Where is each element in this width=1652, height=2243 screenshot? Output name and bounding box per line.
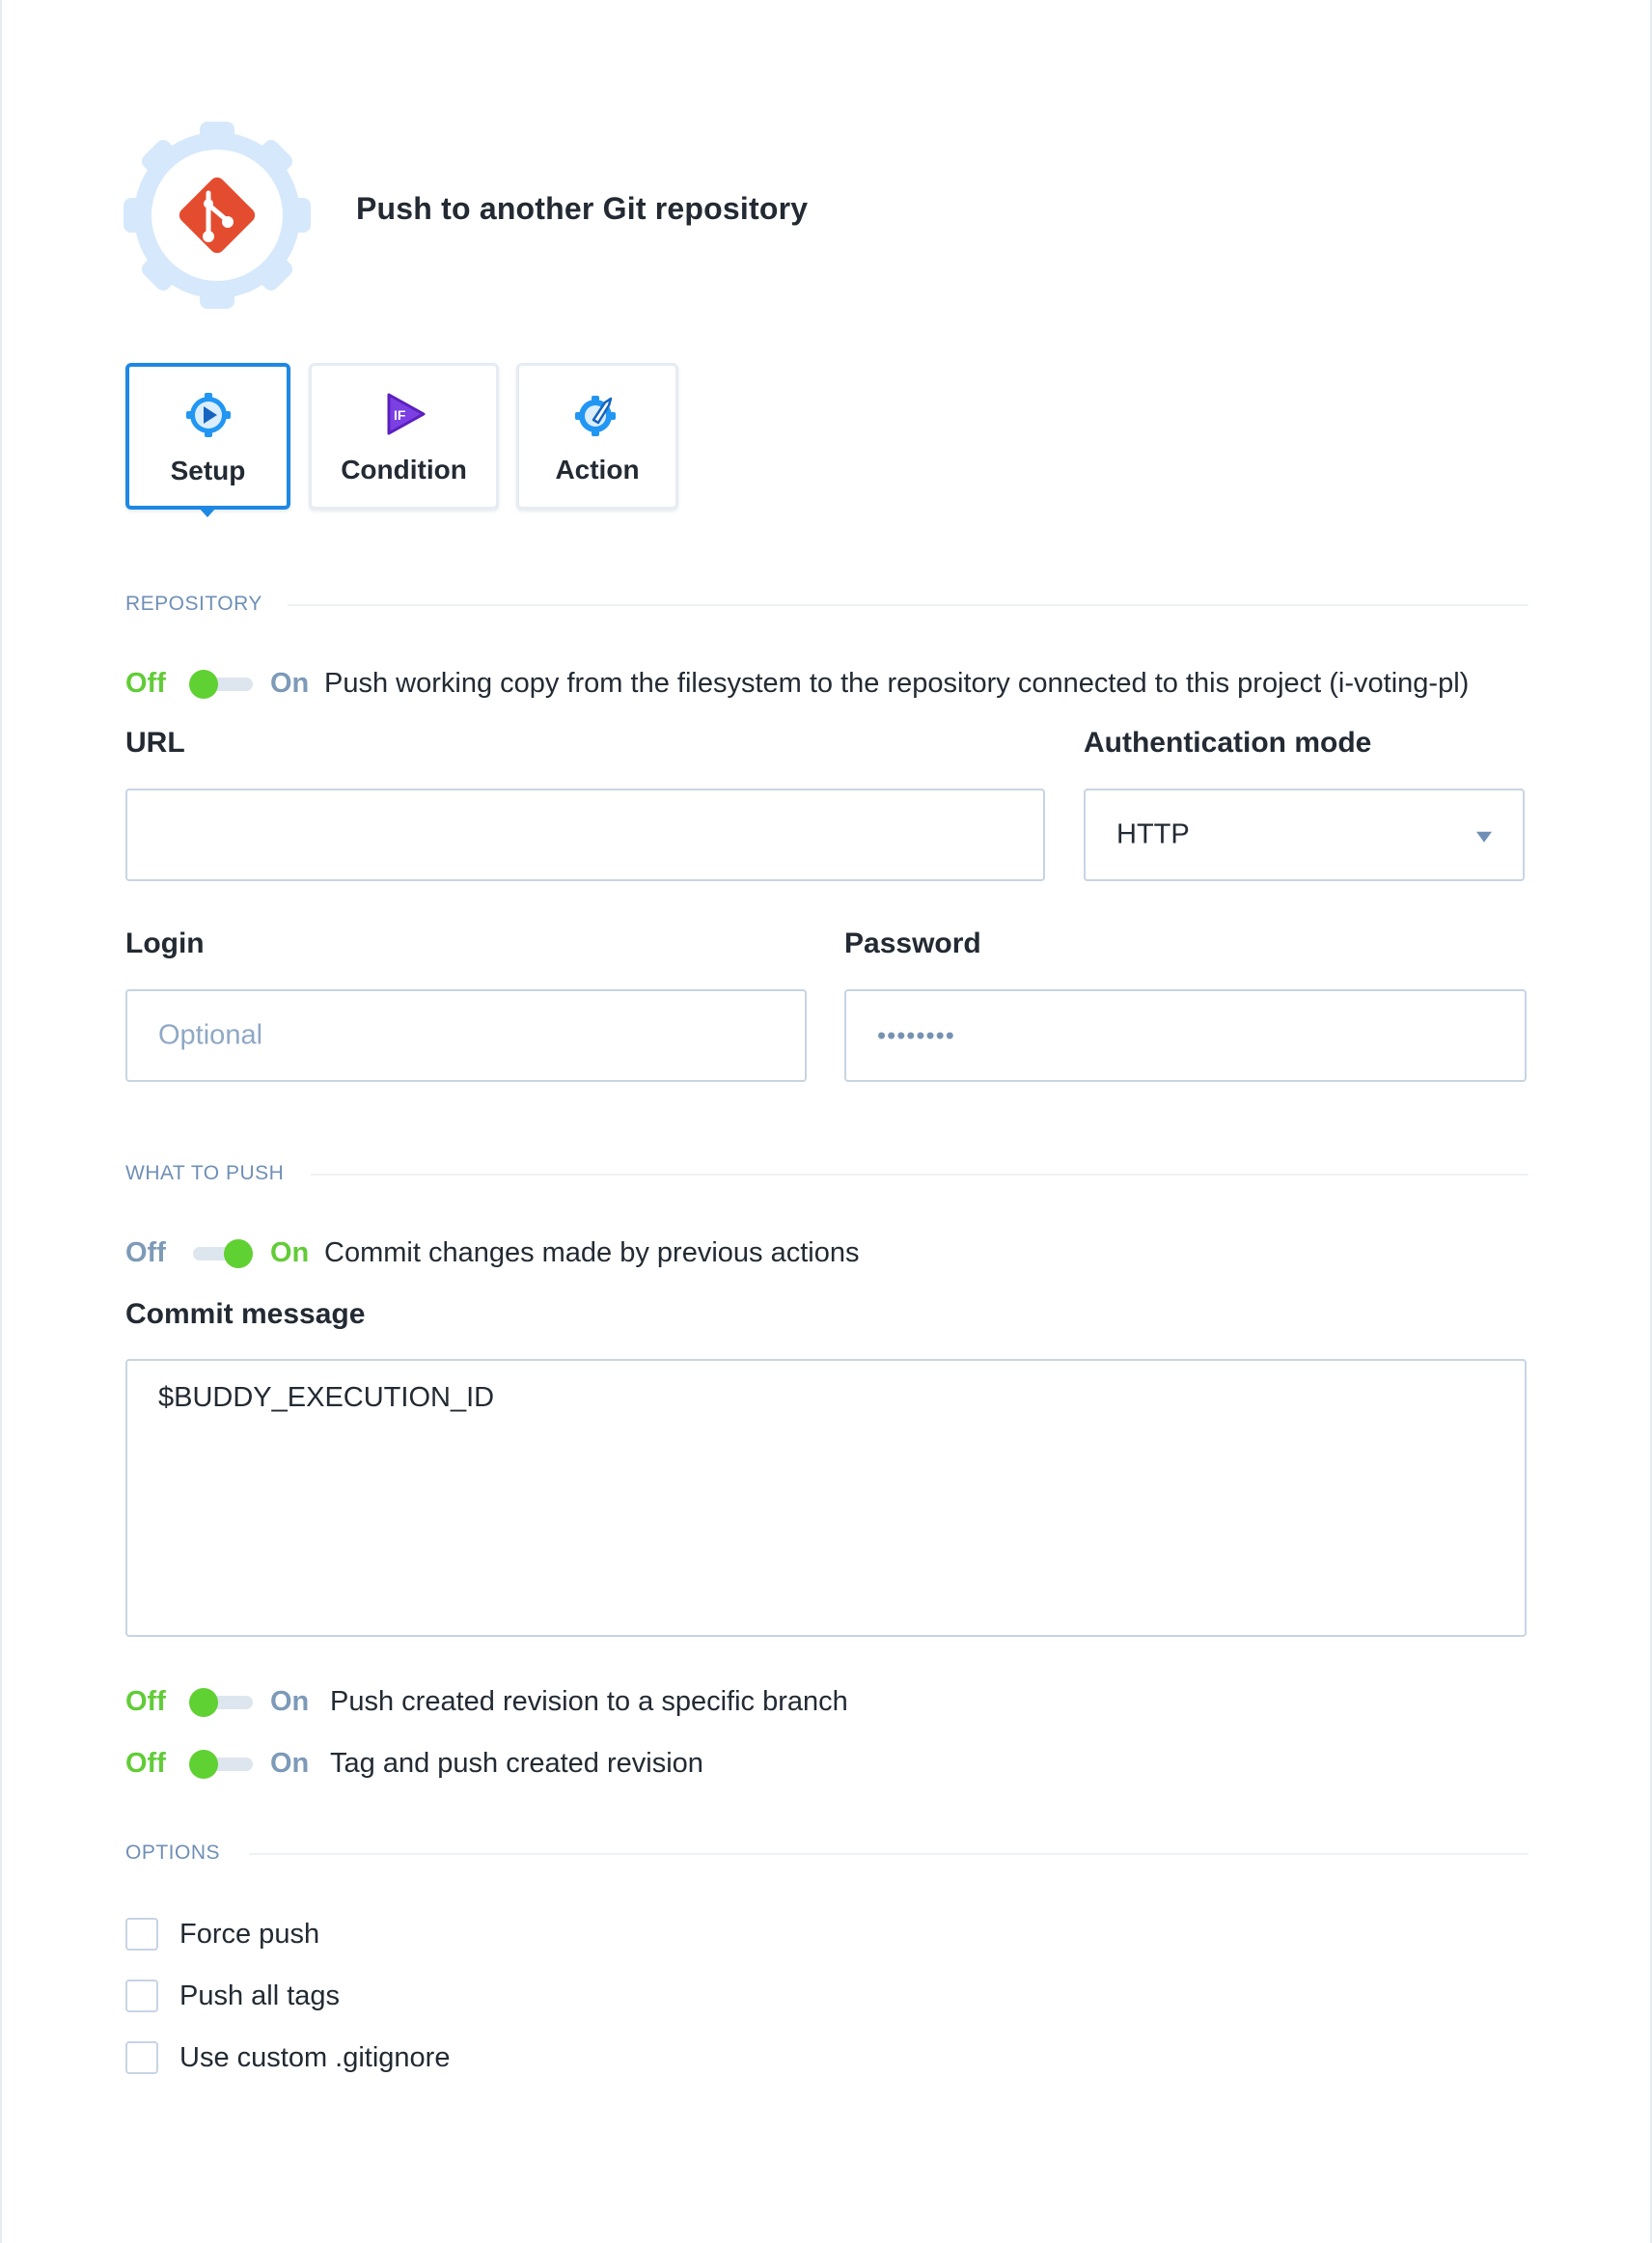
option-label: Force push <box>179 1918 320 1950</box>
toggle-on-label: On <box>270 667 310 699</box>
custom-gitignore-checkbox[interactable] <box>125 2041 158 2074</box>
section-divider <box>311 1174 1528 1176</box>
option-force-push[interactable]: Force push <box>125 1915 319 1953</box>
if-play-icon: IF <box>387 393 425 435</box>
gear-hand-icon <box>575 396 616 436</box>
section-divider <box>249 1853 1528 1855</box>
push-all-tags-checkbox[interactable] <box>125 1980 158 2012</box>
url-input[interactable] <box>125 789 1045 881</box>
toggle-description: Push created revision to a specific bran… <box>330 1685 848 1717</box>
chevron-down-icon <box>1476 831 1492 843</box>
login-input[interactable]: Optional <box>125 989 807 1082</box>
toggle-off-label: Off <box>125 1236 166 1268</box>
tab-label: Setup <box>170 456 246 485</box>
svg-text:IF: IF <box>394 407 406 423</box>
specific-branch-toggle[interactable] <box>189 1688 253 1717</box>
force-push-checkbox[interactable] <box>125 1918 158 1951</box>
commit-message-value: $BUDDY_EXECUTION_ID <box>158 1382 495 1413</box>
action-settings-page: Push to another Git repository Setup IF … <box>0 0 1652 2243</box>
section-divider <box>288 604 1528 606</box>
toggle-on-label: On <box>270 1685 310 1717</box>
commit-message-label: Commit message <box>125 1298 366 1330</box>
tab-setup[interactable]: Setup <box>125 363 290 510</box>
auth-mode-select[interactable]: HTTP <box>1084 789 1525 881</box>
toggle-on-label: On <box>270 1747 310 1779</box>
toggle-off-label: Off <box>125 1747 166 1779</box>
toggle-row-commit-changes: Off On Commit changes made by previous a… <box>125 1233 859 1272</box>
toggle-off-label: Off <box>125 667 166 699</box>
commit-message-textarea[interactable]: $BUDDY_EXECUTION_ID <box>125 1359 1527 1637</box>
toggle-row-repository-source: Off On Push working copy from the filesy… <box>125 664 1469 703</box>
option-label: Use custom .gitignore <box>179 2041 451 2073</box>
active-tab-indicator <box>199 508 216 517</box>
commit-changes-toggle[interactable] <box>189 1239 253 1268</box>
auth-mode-value: HTTP <box>1116 818 1190 850</box>
option-custom-gitignore[interactable]: Use custom .gitignore <box>125 2038 450 2077</box>
tab-condition[interactable]: IF Condition <box>309 363 499 510</box>
gear-play-icon <box>185 393 231 437</box>
toggle-row-specific-branch: Off On Push created revision to a specif… <box>125 1682 848 1721</box>
toggle-on-label: On <box>270 1236 310 1268</box>
login-placeholder: Optional <box>158 1019 263 1051</box>
git-logo <box>124 122 311 309</box>
section-header-repository: REPOSITORY <box>125 593 262 615</box>
toggle-row-tag-revision: Off On Tag and push created revision <box>125 1744 703 1783</box>
tab-label: Action <box>555 455 640 485</box>
option-label: Push all tags <box>179 1980 341 2011</box>
section-header-what-to-push: WHAT TO PUSH <box>125 1162 285 1184</box>
toggle-description: Tag and push created revision <box>330 1747 703 1779</box>
toggle-description: Commit changes made by previous actions <box>324 1236 860 1268</box>
password-value: •••••••• <box>877 1020 955 1050</box>
tab-label: Condition <box>341 455 467 485</box>
url-label: URL <box>125 727 185 759</box>
tab-action[interactable]: Action <box>516 363 678 510</box>
password-label: Password <box>844 928 981 959</box>
login-label: Login <box>125 928 205 959</box>
toggle-off-label: Off <box>125 1685 166 1717</box>
page-title: Push to another Git repository <box>356 191 809 226</box>
section-header-options: OPTIONS <box>125 1841 221 1864</box>
password-input[interactable]: •••••••• <box>844 989 1527 1082</box>
repository-source-toggle[interactable] <box>189 670 253 699</box>
toggle-description: Push working copy from the filesystem to… <box>324 667 1470 699</box>
tag-revision-toggle[interactable] <box>189 1750 253 1779</box>
option-push-all-tags[interactable]: Push all tags <box>125 1977 340 2015</box>
auth-mode-label: Authentication mode <box>1084 727 1372 759</box>
